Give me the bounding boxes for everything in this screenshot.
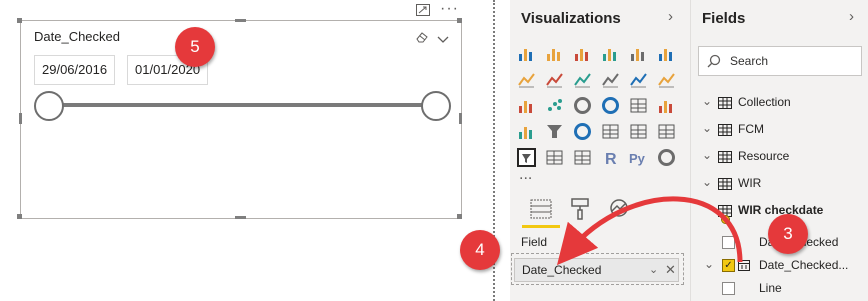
stacked-bar-icon[interactable] xyxy=(517,44,536,63)
callout-5: 5 xyxy=(175,27,215,67)
svg-text:R: R xyxy=(605,151,617,167)
stacked-column-icon[interactable] xyxy=(545,44,564,63)
filled-map-icon[interactable] xyxy=(517,122,536,141)
card-icon[interactable] xyxy=(601,122,620,141)
line-chart-icon[interactable] xyxy=(517,70,536,89)
multirow-card-icon[interactable] xyxy=(629,122,648,141)
r-visual-icon[interactable]: R xyxy=(601,148,620,167)
line-column-icon[interactable] xyxy=(601,70,620,89)
clustered-column-icon[interactable] xyxy=(601,44,620,63)
matrix-icon[interactable] xyxy=(573,148,592,167)
ribbon-chart-icon[interactable] xyxy=(657,70,676,89)
stacked-area-icon[interactable] xyxy=(573,70,592,89)
100-column-icon[interactable] xyxy=(657,44,676,63)
table-visual-icon[interactable] xyxy=(545,148,564,167)
100-bar-icon[interactable] xyxy=(629,44,648,63)
globe-icon[interactable] xyxy=(657,148,676,167)
slicer-icon[interactable] xyxy=(517,148,536,167)
drag-arrow xyxy=(556,196,743,266)
clustered-bar-icon[interactable] xyxy=(573,44,592,63)
callout-3: 3 xyxy=(768,214,808,254)
callout-4: 4 xyxy=(460,230,500,270)
treemap-icon[interactable] xyxy=(629,96,648,115)
area-chart-icon[interactable] xyxy=(545,70,564,89)
svg-text:Py: Py xyxy=(629,151,646,166)
python-visual-icon[interactable]: Py xyxy=(629,148,648,167)
donut-chart-icon[interactable] xyxy=(601,96,620,115)
line-clustered-icon[interactable] xyxy=(629,70,648,89)
kpi-icon[interactable] xyxy=(657,122,676,141)
funnel-icon[interactable] xyxy=(545,122,564,141)
waterfall-icon[interactable] xyxy=(517,96,536,115)
gauge-icon[interactable] xyxy=(573,122,592,141)
scatter-icon[interactable] xyxy=(545,96,564,115)
pie-chart-icon[interactable] xyxy=(573,96,592,115)
map-icon[interactable] xyxy=(657,96,676,115)
